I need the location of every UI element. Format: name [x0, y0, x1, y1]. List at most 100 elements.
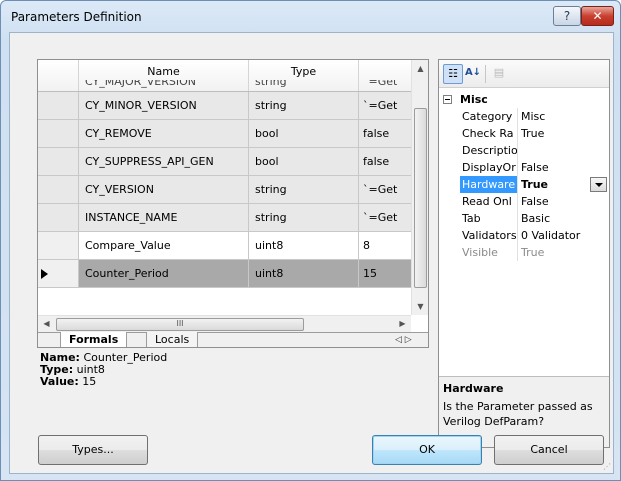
property-value-text: 0 Validator — [521, 229, 581, 242]
tab-locals[interactable]: Locals — [146, 332, 199, 347]
vertical-scrollbar[interactable]: ▲ ▼ — [411, 60, 428, 315]
row-header[interactable] — [38, 120, 79, 147]
cell-name[interactable]: CY_VERSION — [79, 176, 249, 203]
property-value[interactable]: True — [518, 176, 609, 193]
sort-alphabetical-icon[interactable]: A↓ — [463, 64, 483, 84]
cell-name[interactable]: INSTANCE_NAME — [79, 204, 249, 231]
cell-type[interactable]: uint8 — [249, 232, 359, 259]
cell-type[interactable]: string — [249, 176, 359, 203]
window-title: Parameters Definition — [11, 10, 142, 24]
partial-name: CY_MAJOR_VERSION — [85, 80, 196, 88]
property-row[interactable]: Visible True — [439, 244, 609, 261]
property-value[interactable] — [518, 142, 609, 159]
property-value-text: True — [521, 127, 545, 140]
tab-strip: Formals Locals ◁ ▷ — [38, 332, 428, 347]
property-row[interactable]: Descriptio — [439, 142, 609, 159]
row-header[interactable] — [38, 176, 79, 203]
tab-formals[interactable]: Formals — [60, 332, 128, 347]
close-button[interactable]: ✕ — [581, 6, 614, 26]
property-name[interactable]: Visible — [460, 244, 518, 261]
property-name[interactable]: DisplayOr — [460, 159, 518, 176]
property-name[interactable]: Check Ra — [460, 125, 518, 142]
cell-type[interactable]: string — [249, 92, 359, 119]
property-pages-icon[interactable]: ▤ — [489, 64, 509, 84]
cell-value[interactable]: 8 — [359, 232, 411, 259]
property-value[interactable]: Misc — [518, 108, 609, 125]
property-row[interactable]: Hardware True — [439, 176, 609, 193]
property-name[interactable]: Hardware — [460, 176, 518, 193]
property-name[interactable]: Tab — [460, 210, 518, 227]
ok-button[interactable]: OK — [372, 435, 482, 465]
help-title: Hardware — [443, 382, 504, 395]
property-name[interactable]: Descriptio — [460, 142, 518, 159]
property-value[interactable]: False — [518, 193, 609, 210]
category-misc[interactable]: Misc — [439, 90, 609, 108]
cell-name[interactable]: CY_SUPPRESS_API_GEN — [79, 148, 249, 175]
property-name[interactable]: Read Onl — [460, 193, 518, 210]
cell-name[interactable]: Compare_Value — [79, 232, 249, 259]
property-grid: ☷ A↓ ▤ Misc Category Misc Check Ra True Desc… — [438, 59, 610, 448]
horizontal-scrollbar[interactable]: ◀ III ▶ — [38, 315, 411, 332]
resize-grip-icon[interactable]: ⋰ — [603, 462, 611, 471]
types-button[interactable]: Types... — [38, 435, 148, 465]
property-row[interactable]: Tab Basic — [439, 210, 609, 227]
cell-value[interactable]: false — [359, 148, 411, 175]
table-row[interactable]: CY_REMOVE bool false — [38, 120, 411, 148]
property-value[interactable]: False — [518, 159, 609, 176]
property-list: Misc Category Misc Check Ra True Descriptio D… — [439, 90, 609, 261]
cell-value[interactable]: `=Get — [359, 204, 411, 231]
scroll-left-icon[interactable]: ◀ — [38, 319, 55, 328]
property-value[interactable]: Basic — [518, 210, 609, 227]
table-row[interactable]: INSTANCE_NAME string `=Get — [38, 204, 411, 232]
property-name[interactable]: Validators — [460, 227, 518, 244]
scroll-down-icon[interactable]: ▼ — [412, 302, 428, 311]
vertical-scroll-thumb[interactable] — [414, 108, 427, 288]
help-button[interactable]: ? — [553, 6, 581, 26]
collapse-icon[interactable] — [443, 94, 452, 104]
dropdown-arrow-icon[interactable] — [590, 177, 607, 192]
cell-name[interactable]: CY_MINOR_VERSION — [79, 92, 249, 119]
row-header[interactable] — [38, 260, 79, 287]
cell-type[interactable]: uint8 — [249, 260, 359, 287]
cell-value[interactable]: `=Get — [359, 92, 411, 119]
row-header[interactable] — [38, 92, 79, 119]
row-header[interactable] — [38, 148, 79, 175]
property-row[interactable]: Category Misc — [439, 108, 609, 125]
scroll-right-icon[interactable]: ▶ — [394, 319, 411, 328]
cell-type[interactable]: string — [249, 204, 359, 231]
cancel-button[interactable]: Cancel — [494, 435, 604, 465]
cell-type[interactable]: bool — [249, 120, 359, 147]
category-label: Misc — [460, 92, 488, 106]
cell-value[interactable]: `=Get — [359, 176, 411, 203]
property-value-text: Basic — [521, 212, 551, 225]
row-header[interactable] — [38, 232, 79, 259]
cell-value[interactable]: false — [359, 120, 411, 147]
help-description: Is the Parameter passed as Verilog DefPa… — [443, 400, 593, 428]
column-type-label: Type — [290, 65, 317, 78]
table-row[interactable]: Counter_Period uint8 15 — [38, 260, 411, 288]
row-header[interactable] — [38, 204, 79, 231]
property-value-text: True — [521, 246, 545, 259]
table-row[interactable]: CY_VERSION string `=Get — [38, 176, 411, 204]
table-row[interactable]: CY_SUPPRESS_API_GEN bool false — [38, 148, 411, 176]
property-value[interactable]: 0 Validator — [518, 227, 609, 244]
property-value[interactable]: True — [518, 125, 609, 142]
property-row[interactable]: DisplayOr False — [439, 159, 609, 176]
parameters-grid: Name Type CY_MAJOR_VERSION string `=Get … — [37, 59, 429, 348]
table-row[interactable]: Compare_Value uint8 8 — [38, 232, 411, 260]
horizontal-scroll-thumb[interactable]: III — [56, 318, 304, 331]
property-value-text: True — [521, 178, 549, 191]
table-row[interactable]: CY_MINOR_VERSION string `=Get — [38, 92, 411, 120]
cell-name[interactable]: CY_REMOVE — [79, 120, 249, 147]
property-value[interactable]: True — [518, 244, 609, 261]
property-row[interactable]: Read Onl False — [439, 193, 609, 210]
property-row[interactable]: Check Ra True — [439, 125, 609, 142]
cell-name[interactable]: Counter_Period — [79, 260, 249, 287]
cell-type[interactable]: bool — [249, 148, 359, 175]
tab-nav-arrows[interactable]: ◁ ▷ — [395, 335, 412, 345]
property-name[interactable]: Category — [460, 108, 518, 125]
categorized-view-icon[interactable]: ☷ — [443, 64, 463, 84]
property-row[interactable]: Validators 0 Validator — [439, 227, 609, 244]
scroll-up-icon[interactable]: ▲ — [412, 64, 428, 73]
cell-value[interactable]: 15 — [359, 260, 411, 287]
